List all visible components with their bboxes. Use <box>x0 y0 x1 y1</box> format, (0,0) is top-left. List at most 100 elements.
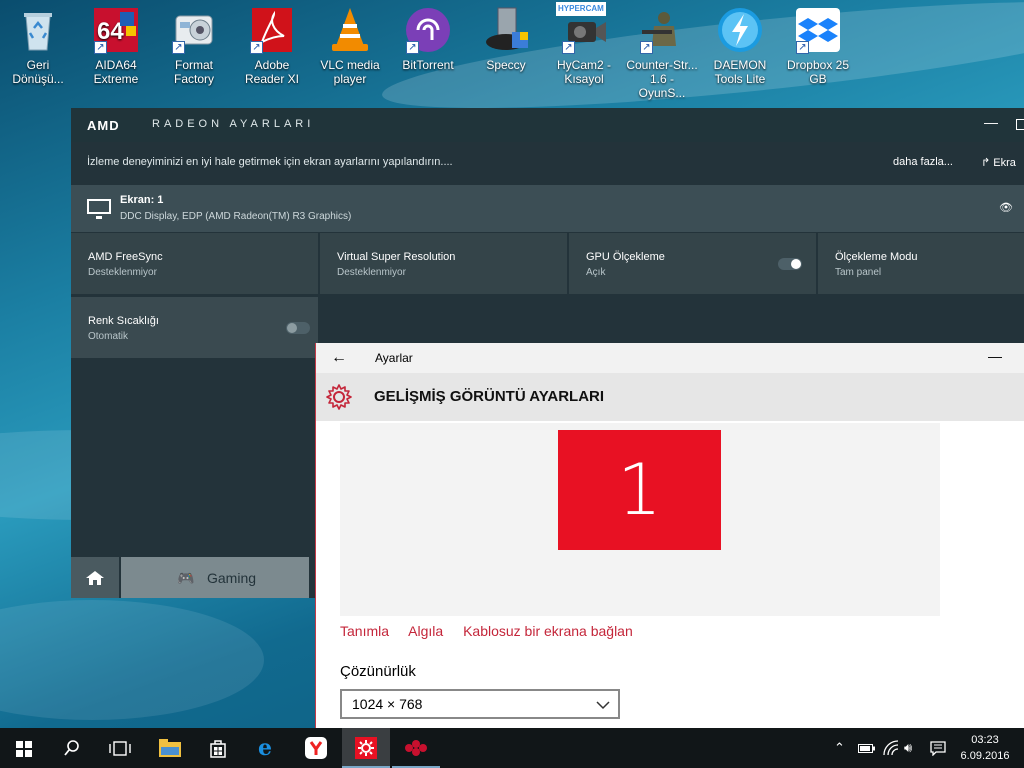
settings-page-header: GELİŞMİŞ GÖRÜNTÜ AYARLARI <box>316 373 1024 421</box>
display-description: İzleme deneyiminizi en iyi hale getirmek… <box>87 156 453 168</box>
search-button[interactable] <box>48 728 96 768</box>
counter-strike-icon: ↗ <box>638 6 686 54</box>
display-action-links: Tanımla Algıla Kablosuz bir ekrana bağla… <box>340 623 649 639</box>
desktop-icon-aida64[interactable]: 64 ↗ AIDA64 Extreme <box>80 6 152 86</box>
page-title: GELİŞMİŞ GÖRÜNTÜ AYARLARI <box>374 388 605 405</box>
clock-time: 03:23 <box>971 734 999 746</box>
desktop-icon-counter-strike[interactable]: ↗ Counter-Str... 1.6 - OyunS... <box>626 6 698 100</box>
desktop-icon-format-factory[interactable]: ↗ Format Factory <box>158 6 230 86</box>
tile-title: Ölçekleme Modu <box>835 251 918 263</box>
task-view-icon <box>109 741 131 756</box>
share-icon: ↱ <box>981 157 994 169</box>
windows-logo-icon <box>16 741 32 757</box>
color-temperature-toggle[interactable] <box>286 322 310 334</box>
notification-icon[interactable] <box>930 740 946 756</box>
external-link[interactable]: ↱ Ekra <box>981 156 1016 169</box>
desktop-icon-label: VLC media player <box>320 58 380 86</box>
display-name: Ekran: 1 <box>120 194 164 206</box>
gaming-tab[interactable]: 🎮 Gaming <box>121 557 309 598</box>
radeon-title-bar: AMD RADEON AYARLARI — <box>71 108 1024 142</box>
format-factory-icon: ↗ <box>170 6 218 54</box>
chevron-up-icon[interactable]: ⌃ <box>834 740 845 756</box>
minimize-button[interactable]: — <box>984 114 998 130</box>
external-link-label: Ekra <box>993 157 1016 169</box>
toggle-knob <box>791 259 801 269</box>
desktop-icon-label: Adobe Reader XI <box>244 58 300 86</box>
taskbar: e ⌃ 🔊︎ 03:23 6.09.2016 <box>0 728 1024 768</box>
start-button[interactable] <box>0 728 48 768</box>
display-monitor-tile[interactable]: 1 <box>558 430 721 550</box>
taskbar-settings[interactable] <box>342 728 390 768</box>
taskbar-edge[interactable]: e <box>242 728 290 768</box>
more-link[interactable]: daha fazla... <box>893 156 953 168</box>
desktop-icon-label: Speccy <box>486 58 526 72</box>
radeon-icon <box>405 740 427 756</box>
hypercam-badge: HYPERCAM <box>556 2 606 16</box>
desktop-icon-adobe-reader[interactable]: ↗ Adobe Reader XI <box>236 6 308 86</box>
bittorrent-icon: ↗ <box>404 6 452 54</box>
desktop-icon-label: Format Factory <box>173 58 214 86</box>
resolution-value: 1024 × 768 <box>352 696 423 712</box>
tile-title: AMD FreeSync <box>88 251 163 263</box>
tile-virtual-super-resolution[interactable]: Virtual Super Resolution Desteklenmiyor <box>320 233 567 294</box>
desktop-icon-recycle-bin[interactable]: Geri Dönüşü... <box>2 6 74 86</box>
home-icon <box>86 571 104 585</box>
hycam-icon: HYPERCAM ↗ <box>556 2 608 54</box>
tile-gpu-scaling[interactable]: GPU Ölçekleme Açık <box>569 233 816 294</box>
gpu-scaling-toggle[interactable] <box>778 258 802 270</box>
desktop-icon-daemon-tools[interactable]: DAEMON Tools Lite <box>704 6 776 86</box>
desktop-icon-speccy[interactable]: Speccy <box>470 6 542 72</box>
volume-icon[interactable]: 🔊︎ <box>904 740 912 756</box>
task-view-button[interactable] <box>96 728 144 768</box>
display-detail: DDC Display, EDP (AMD Radeon(TM) R3 Grap… <box>120 211 352 222</box>
tile-scaling-mode[interactable]: Ölçekleme Modu Tam panel <box>818 233 1024 294</box>
desktop-icon-vlc[interactable]: VLC media player <box>314 6 386 86</box>
tile-title: Virtual Super Resolution <box>337 251 456 263</box>
aida64-icon: 64 ↗ <box>92 6 140 54</box>
eye-icon[interactable]: 👁 <box>999 201 1013 214</box>
maximize-button[interactable] <box>1016 119 1024 130</box>
desktop-icon-hycam[interactable]: HYPERCAM ↗ HyCam2 - Kısayol <box>548 2 620 86</box>
desktop-icon-label: Geri Dönüşü... <box>12 58 64 86</box>
detect-link[interactable]: Algıla <box>408 623 443 639</box>
desktop-icon-label: DAEMON Tools Lite <box>713 58 767 86</box>
display-preview-area: 1 <box>340 423 940 616</box>
home-button[interactable] <box>71 557 119 598</box>
tile-title: Renk Sıcaklığı <box>88 315 159 327</box>
recycle-bin-icon <box>14 6 62 54</box>
wifi-icon[interactable] <box>883 740 899 756</box>
tile-amd-freesync[interactable]: AMD FreeSync Desteklenmiyor <box>71 233 318 294</box>
settings-title-bar: ← Ayarlar — <box>316 343 1024 373</box>
desktop-icon-label: BitTorrent <box>402 58 454 72</box>
system-clock[interactable]: 03:23 6.09.2016 <box>956 732 1014 764</box>
tile-status: Tam panel <box>835 267 882 278</box>
search-icon <box>64 740 79 756</box>
radeon-subheader: İzleme deneyiminizi en iyi hale getirmek… <box>71 142 1024 184</box>
desktop-icon-dropbox[interactable]: ↗ Dropbox 25 GB <box>782 6 854 86</box>
taskbar-radeon-settings[interactable] <box>392 728 440 768</box>
back-arrow-icon[interactable]: ← <box>331 349 347 367</box>
store-icon <box>210 740 226 758</box>
taskbar-yandex[interactable] <box>292 728 340 768</box>
tile-status: Açık <box>586 267 606 278</box>
resolution-dropdown[interactable]: 1024 × 768 <box>340 689 620 719</box>
monitor-icon <box>87 199 111 219</box>
tile-color-temperature[interactable]: Renk Sıcaklığı Otomatik <box>71 297 318 358</box>
tile-title: GPU Ölçekleme <box>586 251 665 263</box>
display-selector[interactable]: Ekran: 1 DDC Display, EDP (AMD Radeon(TM… <box>71 185 1024 232</box>
desktop-icon-bittorrent[interactable]: ↗ BitTorrent <box>392 6 464 72</box>
battery-icon[interactable] <box>858 742 876 754</box>
tile-status: Otomatik <box>88 331 129 342</box>
daemon-tools-icon <box>716 6 764 54</box>
radeon-window-title: RADEON AYARLARI <box>152 118 315 130</box>
speccy-icon <box>482 6 530 54</box>
taskbar-file-explorer[interactable] <box>146 728 194 768</box>
desktop-icon-label: HyCam2 - Kısayol <box>556 58 611 86</box>
identify-link[interactable]: Tanımla <box>340 623 389 639</box>
taskbar-store[interactable] <box>194 728 242 768</box>
dropbox-icon: ↗ <box>794 6 842 54</box>
wireless-display-link[interactable]: Kablosuz bir ekrana bağlan <box>463 623 633 639</box>
settings-minimize-button[interactable]: — <box>988 348 1002 364</box>
amd-logo: AMD <box>87 118 120 133</box>
tile-status: Desteklenmiyor <box>88 267 157 278</box>
